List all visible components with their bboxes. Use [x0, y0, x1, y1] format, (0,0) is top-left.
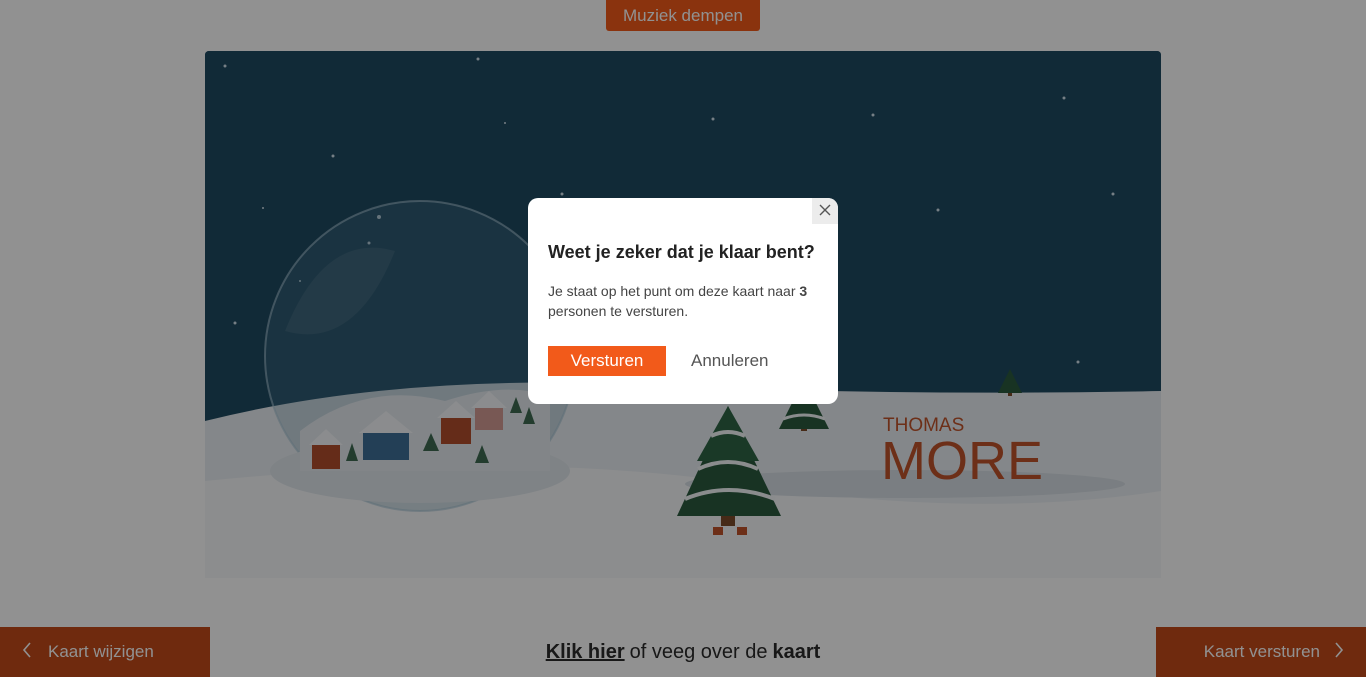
cancel-button[interactable]: Annuleren: [691, 351, 769, 371]
close-icon: [819, 204, 831, 219]
close-dialog-button[interactable]: [812, 198, 838, 224]
dialog-title: Weet je zeker dat je klaar bent?: [548, 242, 815, 262]
recipient-count: 3: [799, 283, 808, 299]
dialog-actions: Versturen Annuleren: [548, 346, 818, 376]
dialog-message-start: Je staat op het punt om deze kaart naar: [548, 283, 796, 299]
dialog-message-end: personen te versturen.: [548, 303, 689, 319]
confirm-dialog: Weet je zeker dat je klaar bent? Je staa…: [528, 198, 838, 404]
confirm-send-button[interactable]: Versturen: [548, 346, 666, 376]
dialog-message: Je staat op het punt om deze kaart naar …: [548, 281, 818, 321]
